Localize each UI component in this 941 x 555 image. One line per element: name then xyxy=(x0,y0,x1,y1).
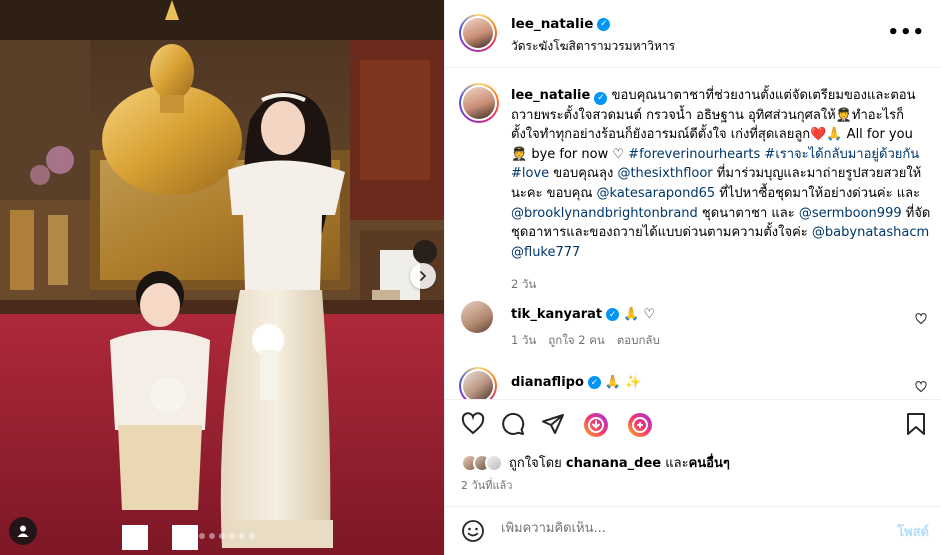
mention-link[interactable]: @sermboon999 xyxy=(799,206,902,221)
likes-text: ถูกใจโดย chanana_dee และคนอื่นๆ xyxy=(509,452,730,473)
comment-likes[interactable]: ถูกใจ 2 คน xyxy=(548,332,604,350)
post-location[interactable]: วัดระฆังโฆสิตารามวรมหาวิหาร xyxy=(511,37,675,56)
post-timestamp[interactable]: 2 วันที่แล้ว xyxy=(461,476,512,494)
carousel-dot xyxy=(229,533,235,539)
post-header: lee_natalie ✓ วัดระฆังโฆสิตารามวรมหาวิหา… xyxy=(445,0,941,68)
white-heart-emoji-icon: ♡ xyxy=(612,146,625,162)
verified-badge-icon: ✓ xyxy=(587,376,601,389)
carousel-dot xyxy=(249,533,255,539)
comment-text: 🙏 ✨ xyxy=(604,375,642,390)
caption-username[interactable]: lee_natalie xyxy=(511,88,590,103)
verified-badge-icon: ✓ xyxy=(597,17,611,31)
liker-avatar[interactable] xyxy=(485,453,503,472)
author-avatar[interactable] xyxy=(459,14,497,52)
caption-timestamp[interactable]: 2 วัน xyxy=(511,276,536,294)
carousel-dot xyxy=(199,533,205,539)
temple-photo xyxy=(0,0,444,555)
comment-item: tik_kanyarat ✓ 🙏 ♡ 1 วัน ถูกใจ 2 คน ตอบก… xyxy=(459,301,927,361)
author-username-row[interactable]: lee_natalie ✓ xyxy=(511,16,611,32)
carousel-dot xyxy=(209,533,215,539)
hashtag-link[interactable]: #love xyxy=(511,166,549,181)
comment-line: tik_kanyarat ✓ 🙏 ♡ xyxy=(511,307,655,322)
reels-remix-icon[interactable] xyxy=(583,412,609,438)
comment-time[interactable]: 1 วัน xyxy=(511,332,536,350)
repost-icon[interactable] xyxy=(627,412,653,438)
caption-segment: bye for now xyxy=(527,146,613,162)
mention-link[interactable]: @brooklynandbrightonbrand xyxy=(511,206,698,221)
hashtag-link[interactable]: #foreverinourhearts xyxy=(628,147,760,162)
mention-link[interactable]: @fluke777 xyxy=(511,245,580,260)
carousel-indicator xyxy=(0,533,444,539)
author-username[interactable]: lee_natalie xyxy=(511,16,593,32)
mention-link[interactable]: @thesixthfloor xyxy=(617,166,712,181)
action-bar xyxy=(445,399,941,447)
heart-icon[interactable] xyxy=(461,412,485,436)
comment-text: 🙏 ♡ xyxy=(623,307,656,322)
caption-segment: ที่ไปหาซื้อชุดมาให้อย่างด่วนค่ะ และ xyxy=(715,185,921,201)
likes-middle: และ xyxy=(661,456,689,471)
hashtag-link[interactable]: #เราจะได้กลับมาอยู่ด้วยกัน xyxy=(764,147,919,162)
commenter-avatar[interactable] xyxy=(461,301,493,333)
comment-icon[interactable] xyxy=(501,412,525,436)
mention-link[interactable]: @katesarapond65 xyxy=(597,186,716,201)
chevron-right-icon xyxy=(420,271,427,281)
commenter-username[interactable]: tik_kanyarat xyxy=(511,307,602,322)
caption-avatar[interactable] xyxy=(459,83,499,123)
verified-badge-icon: ✓ xyxy=(594,92,608,106)
bookmark-icon[interactable] xyxy=(905,412,927,436)
caption-segment: ชุดนาตาชา และ xyxy=(697,205,799,221)
heart-outline-icon[interactable] xyxy=(915,313,927,325)
comments-list: lee_natalie ✓ ขอบคุณนาตาชาที่ช่วยงานตั้ง… xyxy=(445,69,941,399)
commenter-username[interactable]: dianaflipo xyxy=(511,375,584,390)
emoji-icon[interactable] xyxy=(461,519,485,543)
comment-meta: 1 วัน ถูกใจ 2 คน ตอบกลับ xyxy=(511,332,660,350)
person-emoji-icon: 🧑‍✈️ xyxy=(835,107,852,123)
share-icon[interactable] xyxy=(541,412,565,436)
add-comment-bar: โพสต์ xyxy=(445,506,941,555)
carousel-dot xyxy=(189,533,195,539)
heart-outline-icon[interactable] xyxy=(915,381,927,393)
more-options-icon[interactable]: ••• xyxy=(887,22,925,43)
tagged-people-button[interactable] xyxy=(9,517,37,545)
mention-link[interactable]: @babynatashacm xyxy=(812,225,929,240)
caption-text: lee_natalie ✓ ขอบคุณนาตาชาที่ช่วยงานตั้ง… xyxy=(511,86,931,262)
likes-summary: ถูกใจโดย chanana_dee และคนอื่นๆ xyxy=(461,452,730,473)
liker-username[interactable]: chanana_dee xyxy=(566,456,661,471)
post-detail-panel: lee_natalie ✓ วัดระฆังโฆสิตารามวรมหาวิหา… xyxy=(444,0,941,555)
others-link[interactable]: คนอื่นๆ xyxy=(689,456,730,471)
comment-line: dianaflipo ✓ 🙏 ✨ xyxy=(511,375,641,390)
carousel-next-button[interactable] xyxy=(410,263,436,289)
heart-emoji-icon: ❤️ xyxy=(810,127,827,143)
post-comment-button[interactable]: โพสต์ xyxy=(897,521,929,542)
reply-button[interactable]: ตอบกลับ xyxy=(617,332,660,350)
likes-prefix: ถูกใจโดย xyxy=(509,456,566,471)
caption-segment: All for you xyxy=(842,127,913,143)
verified-badge-icon: ✓ xyxy=(606,308,620,321)
person-emoji-icon: 🧑‍✈️ xyxy=(511,146,528,162)
caption-segment: ขอบคุณลุง xyxy=(549,166,618,182)
liker-avatars xyxy=(461,453,503,472)
commenter-avatar[interactable] xyxy=(459,367,497,399)
carousel-dot xyxy=(219,533,225,539)
carousel-dot xyxy=(239,533,245,539)
pray-emoji-icon: 🙏 xyxy=(826,127,843,143)
comment-input[interactable] xyxy=(501,521,861,536)
post-photo[interactable] xyxy=(0,0,444,555)
comment-item: dianaflipo ✓ 🙏 ✨ xyxy=(459,367,927,399)
